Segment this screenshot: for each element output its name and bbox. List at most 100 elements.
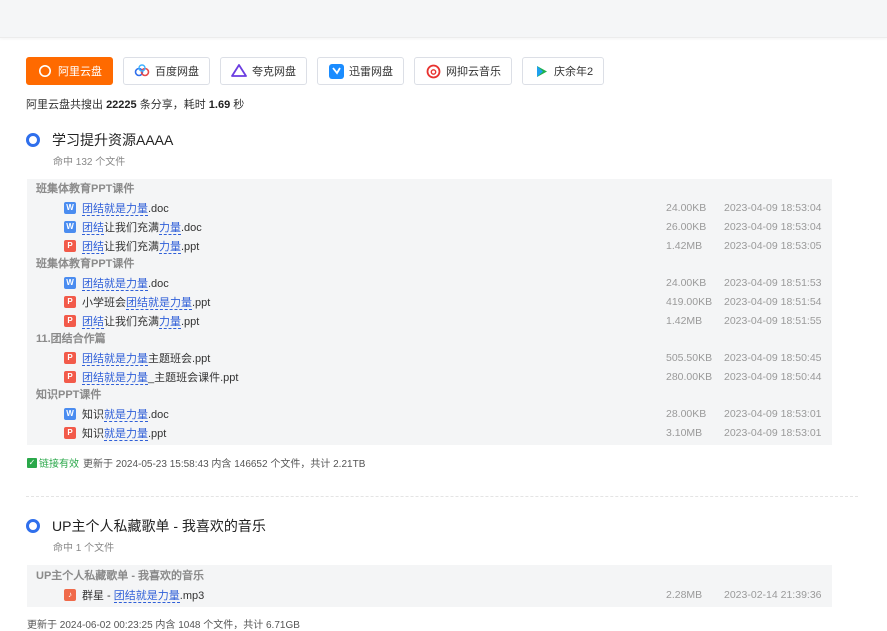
file-time: 2023-04-09 18:51:55 <box>724 314 822 327</box>
file-size: 419.00KB <box>666 295 713 308</box>
hit-count: 命中 132 个文件 <box>53 157 126 168</box>
file-time: 2023-04-09 18:53:04 <box>724 201 822 214</box>
highlight-keyword: 团结就是力量 <box>113 589 180 603</box>
ppt-file-icon: P <box>64 295 76 308</box>
share-status: ✓ 链接有效 更新于 2024-05-23 15:58:43 内含 146652… <box>27 455 365 470</box>
highlight-keyword: 团结就是力量 <box>82 202 148 216</box>
tab-label: 迅雷网盘 <box>349 66 393 78</box>
tab-baidu[interactable]: 百度网盘 <box>123 57 210 85</box>
file-size: 28.00KB <box>666 407 707 420</box>
doc-file-icon: W <box>64 276 76 289</box>
tab-label: 夸克网盘 <box>252 66 296 78</box>
file-name[interactable]: 团结让我们充满力量.doc <box>82 219 202 235</box>
result-item: 学习提升资源AAAA 命中 132 个文件 <box>26 130 858 168</box>
file-name[interactable]: 团结让我们充满力量.ppt <box>82 238 199 254</box>
file-row[interactable]: W 知识就是力量.doc 28.00KB 2023-04-09 18:53:01 <box>27 404 832 423</box>
file-name[interactable]: 知识就是力量.ppt <box>82 425 166 441</box>
tab-label: 网抑云音乐 <box>446 66 501 78</box>
file-time: 2023-02-14 21:39:36 <box>724 588 822 601</box>
folder-name: 11.团结合作篇 <box>36 333 106 345</box>
file-row[interactable]: ♪ 群星 - 团结就是力量.mp3 2.28MB 2023-02-14 21:39:3… <box>27 585 832 604</box>
tab-netease[interactable]: 网抑云音乐 <box>414 57 512 85</box>
ppt-file-icon: P <box>64 239 76 252</box>
file-name-part: 知识 <box>82 427 104 440</box>
file-name-part: .ppt <box>192 296 211 309</box>
file-size: 2.28MB <box>666 588 703 601</box>
file-row[interactable]: P 知识就是力量.ppt 3.10MB 2023-04-09 18:53:01 <box>27 423 832 442</box>
file-name-part: 群星 - <box>82 589 114 602</box>
folder-name: 知识PPT课件 <box>36 389 102 401</box>
file-name-part: 知识 <box>82 408 104 421</box>
file-name-part: .ppt <box>181 315 200 328</box>
highlight-keyword: 就是力量 <box>104 427 148 441</box>
file-time: 2023-04-09 18:51:54 <box>724 295 822 308</box>
file-size: 1.42MB <box>666 239 703 252</box>
file-name[interactable]: 团结让我们充满力量.ppt <box>82 313 199 329</box>
tab-label: 庆余年2 <box>554 66 594 78</box>
share-status: 更新于 2024-06-02 00:23:25 内含 1048 个文件，共计 6… <box>27 620 300 631</box>
file-row[interactable]: P 小学班会团结就是力量.ppt 419.00KB 2023-04-09 18:51:… <box>27 292 832 311</box>
result-title[interactable]: UP主个人私藏歌单 - 我喜欢的音乐 <box>26 516 858 536</box>
file-name[interactable]: 团结就是力量_主题班会课件.ppt <box>82 369 238 385</box>
file-row[interactable]: P 团结让我们充满力量.ppt 1.42MB 2023-04-09 18:51:55 <box>27 311 832 330</box>
file-name[interactable]: 团结就是力量.doc <box>82 275 169 291</box>
highlight-keyword: 团结 <box>82 315 104 329</box>
search-summary: 阿里云盘共搜出 22225 条分享，耗时 1.69 秒 <box>26 99 245 111</box>
file-row[interactable]: P 团结就是力量主题班会.ppt 505.50KB 2023-04-09 18:50:… <box>27 348 832 367</box>
file-name-part: .mp3 <box>179 589 205 602</box>
folder-name: 班集体教育PPT课件 <box>36 183 135 195</box>
highlight-keyword: 团结就是力量 <box>82 371 148 385</box>
baidu-icon <box>134 63 150 79</box>
source-tabs: 阿里云盘 百度网盘 夸克网盘 迅雷网盘 网抑云音乐 庆余年2 <box>26 57 605 85</box>
file-list: UP主个人私藏歌单 - 我喜欢的音乐 ♪ 群星 - 团结就是力量.mp3 2.28MB… <box>27 565 832 607</box>
file-name-part: .ppt <box>148 427 167 440</box>
tab-qingyunian[interactable]: 庆余年2 <box>522 57 605 85</box>
file-name[interactable]: 知识就是力量.doc <box>82 406 169 422</box>
hit-count: 命中 1 个文件 <box>53 543 115 554</box>
file-time: 2023-04-09 18:53:04 <box>724 220 822 233</box>
file-name-part: .doc <box>148 202 169 215</box>
highlight-keyword: 力量 <box>159 315 181 329</box>
file-name[interactable]: 团结就是力量.doc <box>82 200 169 216</box>
file-name-part: .doc <box>148 408 169 421</box>
tab-aliyun[interactable]: 阿里云盘 <box>26 57 113 85</box>
file-row[interactable]: W 团结让我们充满力量.doc 26.00KB 2023-04-09 18:53:04 <box>27 217 832 236</box>
file-size: 26.00KB <box>666 220 707 233</box>
file-name-part: 让我们充满 <box>104 315 159 328</box>
doc-file-icon: W <box>64 201 76 214</box>
tab-label: 阿里云盘 <box>58 66 102 78</box>
file-name[interactable]: 群星 - 团结就是力量.mp3 <box>82 587 204 603</box>
file-size: 505.50KB <box>666 351 713 364</box>
result-title[interactable]: 学习提升资源AAAA <box>26 130 858 150</box>
checkbox-icon: ✓ <box>27 457 37 468</box>
file-name-part: 让我们充满 <box>104 221 159 234</box>
doc-file-icon: W <box>64 220 76 233</box>
file-list: 班集体教育PPT课件 W 团结就是力量.doc 24.00KB 2023-04-09 1… <box>27 179 832 445</box>
file-name-part: 小学班会 <box>82 296 126 309</box>
link-valid-label: 链接有效 <box>39 459 79 470</box>
netease-music-icon <box>425 63 441 79</box>
file-name-part: _主题班会课件.ppt <box>148 371 239 384</box>
file-name-part: .doc <box>181 221 202 234</box>
file-row[interactable]: P 团结让我们充满力量.ppt 1.42MB 2023-04-09 18:53:05 <box>27 236 832 255</box>
file-name[interactable]: 小学班会团结就是力量.ppt <box>82 294 210 310</box>
elapsed-time: 1.69 <box>208 99 231 111</box>
file-row[interactable]: W 团结就是力量.doc 24.00KB 2023-04-09 18:51:53 <box>27 273 832 292</box>
ppt-file-icon: P <box>64 426 76 439</box>
ppt-file-icon: P <box>64 351 76 364</box>
file-row[interactable]: W 团结就是力量.doc 24.00KB 2023-04-09 18:53:04 <box>27 198 832 217</box>
file-name-part: 让我们充满 <box>104 240 159 253</box>
file-name-part: .doc <box>148 277 169 290</box>
folder-name: 班集体教育PPT课件 <box>36 258 135 270</box>
file-row[interactable]: P 团结就是力量_主题班会课件.ppt 280.00KB 2023-04-09 18:… <box>27 367 832 386</box>
file-size: 1.42MB <box>666 314 703 327</box>
tab-label: 百度网盘 <box>155 66 199 78</box>
play-icon <box>533 63 549 79</box>
tab-quark[interactable]: 夸克网盘 <box>220 57 307 85</box>
folder-name: UP主个人私藏歌单 - 我喜欢的音乐 <box>36 570 205 582</box>
file-name[interactable]: 团结就是力量主题班会.ppt <box>82 350 210 366</box>
tab-xunlei[interactable]: 迅雷网盘 <box>317 57 404 85</box>
file-time: 2023-04-09 18:53:05 <box>724 239 822 252</box>
aliyun-icon <box>26 133 40 147</box>
file-size: 280.00KB <box>666 370 713 383</box>
